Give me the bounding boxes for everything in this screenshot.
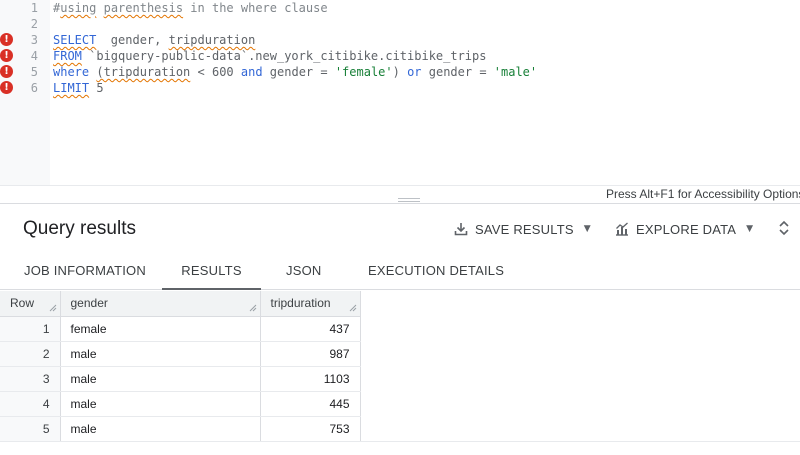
- line-number: 3: [30, 33, 38, 47]
- row-number: 3: [0, 366, 61, 392]
- code-token: (tripduration: [96, 65, 191, 79]
- code-token: `bigquery-public-data`.new_york_citibike…: [81, 49, 487, 63]
- code-text[interactable]: LIMIT 5: [53, 80, 104, 96]
- code-text[interactable]: #using parenthesis in the where clause: [53, 0, 328, 16]
- code-token: 600: [211, 65, 234, 79]
- column-resize-icon[interactable]: [249, 304, 257, 312]
- tab-json[interactable]: JSON: [286, 254, 321, 290]
- code-token: gender =: [262, 65, 335, 79]
- code-text[interactable]: SELECT gender, tripduration: [53, 32, 255, 48]
- code-token: 'female': [334, 65, 393, 79]
- row-number: 2: [0, 341, 61, 367]
- code-line[interactable]: 2: [0, 16, 800, 32]
- cell-gender[interactable]: male: [60, 366, 261, 392]
- expand-collapse-icon[interactable]: [777, 218, 791, 238]
- cell-tripduration[interactable]: 753: [260, 416, 361, 442]
- line-number: 5: [30, 65, 38, 79]
- explore-data-label: EXPLORE DATA: [636, 221, 737, 237]
- cell-gender[interactable]: male: [60, 391, 261, 417]
- error-icon[interactable]: !: [0, 33, 13, 46]
- tab-job-information[interactable]: JOB INFORMATION: [24, 254, 146, 290]
- results-tabs: JOB INFORMATION RESULTS JSON EXECUTION D…: [0, 254, 800, 290]
- column-resize-icon[interactable]: [49, 304, 57, 312]
- error-icon[interactable]: !: [0, 65, 13, 78]
- code-token: 'male': [493, 65, 538, 79]
- accessibility-hint: Press Alt+F1 for Accessibility Options: [606, 187, 800, 201]
- column-header-label: tripduration: [270, 296, 331, 311]
- column-header-row[interactable]: Row: [0, 291, 61, 317]
- code-token: SELECT: [53, 33, 97, 47]
- table-header-row: Row gender tripduration: [0, 291, 361, 317]
- code-line[interactable]: ! 5 where (tripduration < 600 and gender =…: [0, 64, 800, 80]
- code-line[interactable]: 1 #using parenthesis in the where clause: [0, 0, 800, 16]
- table-row[interactable]: 1 female 437: [0, 316, 361, 342]
- code-token: and: [240, 65, 263, 79]
- row-number: 1: [0, 316, 61, 342]
- explore-data-button[interactable]: EXPLORE DATA ▼: [614, 219, 753, 239]
- line-number: 4: [30, 49, 38, 63]
- cell-gender[interactable]: female: [60, 316, 261, 342]
- line-number: 2: [30, 17, 38, 31]
- download-icon: [454, 223, 468, 236]
- code-line[interactable]: ! 6 LIMIT 5: [0, 80, 800, 96]
- results-table: Row gender tripduration 1 female 437 2 m…: [0, 291, 361, 442]
- code-token: LIMIT: [53, 81, 90, 95]
- code-text[interactable]: FROM `bigquery-public-data`.new_york_cit…: [53, 48, 486, 64]
- column-header-label: Row: [10, 296, 35, 311]
- sql-editor[interactable]: 1 #using parenthesis in the where clause 2…: [0, 0, 800, 185]
- error-icon[interactable]: !: [0, 49, 13, 62]
- code-line[interactable]: ! 3 SELECT gender, tripduration: [0, 32, 800, 48]
- error-icon[interactable]: !: [0, 81, 13, 94]
- code-token: gender =: [421, 65, 494, 79]
- row-number: 5: [0, 416, 61, 442]
- code-token: FROM: [53, 49, 82, 63]
- code-token: tripduration: [168, 33, 256, 47]
- table-row[interactable]: 3 male 1103: [0, 366, 361, 392]
- code-token: 5: [96, 81, 104, 95]
- table-row[interactable]: 4 male 445: [0, 391, 361, 417]
- code-token: where: [53, 65, 97, 79]
- cell-tripduration[interactable]: 987: [260, 341, 361, 367]
- table-row[interactable]: 2 male 987: [0, 341, 361, 367]
- chevron-down-icon: ▼: [583, 224, 591, 234]
- save-results-button[interactable]: SAVE RESULTS ▼: [453, 219, 591, 239]
- row-number: 4: [0, 391, 61, 417]
- code-token: in the where clause: [183, 1, 328, 15]
- divider: [0, 203, 800, 204]
- code-token: using: [60, 1, 97, 15]
- results-title: Query results: [23, 218, 136, 239]
- cell-tripduration[interactable]: 445: [260, 391, 361, 417]
- tab-results[interactable]: RESULTS: [162, 254, 261, 290]
- cell-gender[interactable]: male: [60, 416, 261, 442]
- code-token: or: [407, 65, 422, 79]
- cell-gender[interactable]: male: [60, 341, 261, 367]
- column-resize-icon[interactable]: [349, 304, 357, 312]
- chevron-down-icon: ▼: [746, 224, 754, 234]
- cell-tripduration[interactable]: 1103: [260, 366, 361, 392]
- chart-icon: [616, 222, 628, 236]
- line-number: 1: [30, 1, 38, 15]
- cell-tripduration[interactable]: 437: [260, 316, 361, 342]
- column-header-tripduration[interactable]: tripduration: [260, 291, 361, 317]
- code-line[interactable]: ! 4 FROM `bigquery-public-data`.new_york_c…: [0, 48, 800, 64]
- line-number: 6: [30, 81, 38, 95]
- column-header-label: gender: [70, 296, 108, 311]
- column-header-gender[interactable]: gender: [60, 291, 261, 317]
- code-token: gender,: [96, 33, 169, 47]
- code-token: parenthesis: [103, 1, 184, 15]
- divider: [0, 441, 800, 442]
- code-text[interactable]: where (tripduration < 600 and gender = '…: [53, 64, 537, 80]
- tab-execution-details[interactable]: EXECUTION DETAILS: [368, 254, 504, 290]
- table-row[interactable]: 5 male 753: [0, 416, 361, 442]
- code-token: <: [190, 65, 212, 79]
- code-token: ): [392, 65, 408, 79]
- save-results-label: SAVE RESULTS: [475, 221, 574, 237]
- drag-handle-icon[interactable]: [398, 198, 420, 202]
- results-table-container: Row gender tripduration 1 female 437 2 m…: [0, 291, 800, 455]
